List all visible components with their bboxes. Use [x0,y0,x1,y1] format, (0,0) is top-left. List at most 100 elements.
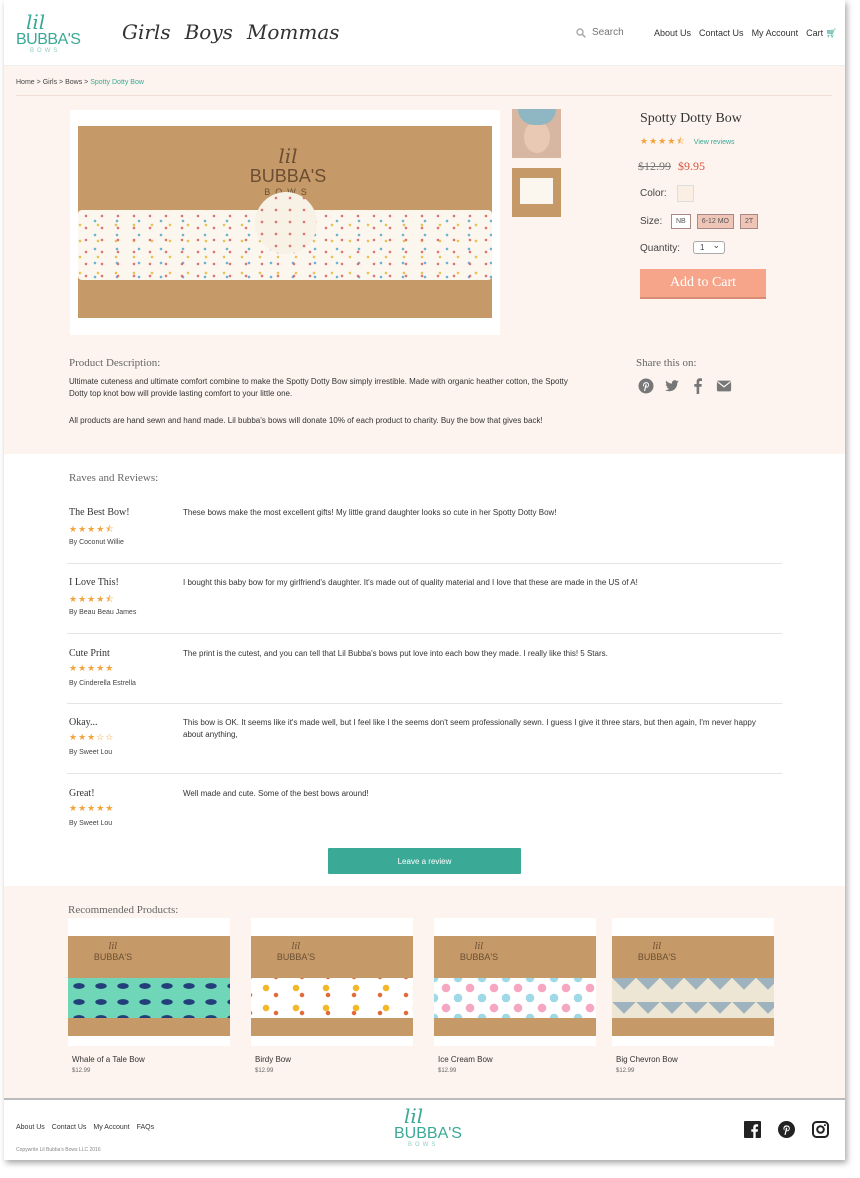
review-stars: ★★★☆☆ [69,732,115,742]
pinterest-icon[interactable] [638,378,654,394]
color-swatch[interactable] [677,185,694,202]
twitter-icon[interactable] [664,378,680,394]
whale-ribbon [68,978,230,1018]
recommended-price: $12.99 [255,1068,274,1074]
site-header: lil BUBBA'S BOWS Girls Boys Mommas About… [4,0,845,66]
account-link[interactable]: My Account [752,28,799,39]
size-option-nb[interactable]: NB [671,214,691,229]
about-link[interactable]: About Us [654,28,691,39]
nav-girls[interactable]: Girls [122,20,171,44]
logo-name: BUBBA'S [16,31,81,48]
card-logo-name: BUBBA'S [93,952,133,962]
recommended-price: $12.99 [438,1068,457,1074]
facebook-icon[interactable] [690,378,706,394]
crumb-bows[interactable]: Bows [65,79,82,86]
review-author: By Beau Beau James [69,609,137,616]
chevron-ribbon [612,978,774,1018]
nav-mommas[interactable]: Mommas [247,20,340,44]
birdy-ribbon [251,978,413,1018]
recommended-item[interactable]: lil BUBBA'S Birdy Bow $12.99 [251,918,413,1074]
crumb-sep: > [59,79,64,86]
recommended-item[interactable]: lil BUBBA'S Ice Cream Bow $12.99 [434,918,596,1074]
envelope-icon[interactable] [716,378,732,394]
review-title: Great! [69,788,95,799]
polka-dot-ribbon [78,192,492,280]
share-heading: Share this on: [636,357,697,369]
quantity-select[interactable]: 1 [693,240,725,254]
review-text: The print is the cutest, and you can tel… [183,649,608,658]
recommended-item[interactable]: lil BUBBA'S Whale of a Tale Bow $12.99 [68,918,230,1074]
cart-icon: 🛒︎ [825,28,838,38]
card-logo-lil: lil [108,942,118,952]
footer-faqs-link[interactable]: FAQs [137,1124,155,1131]
logo-name: BUBBA'S [394,1125,462,1142]
product-price: $12.99 $9.95 [638,159,705,174]
reviews-heading: Raves and Reviews: [69,472,159,484]
top-links: About Us Contact Us My Account Cart 🛒︎ [654,28,837,39]
review-title: I Love This! [69,577,119,588]
recommended-image: lil BUBBA'S [434,918,596,1046]
thumbnail-baby[interactable] [512,109,561,158]
share-buttons [638,378,732,394]
card-logo: lil BUBBA'S [68,942,158,962]
footer-social [744,1121,829,1138]
card-logo-lil: lil [474,942,484,952]
pinterest-icon[interactable] [778,1121,795,1138]
product-main-image[interactable]: lil BUBBA'S BOWS [70,110,500,335]
footer-about-link[interactable]: About Us [16,1124,45,1131]
footer-contact-link[interactable]: Contact Us [52,1124,87,1131]
recommended-image: lil BUBBA'S [612,918,774,1046]
quantity-label: Quantity: [640,243,681,254]
recommended-heading: Recommended Products: [68,904,179,916]
review-item: Cute Print ★★★★★ By Cinderella Estrella … [67,648,782,704]
crumb-home[interactable]: Home [16,79,35,86]
add-to-cart-button[interactable]: Add to Cart [640,269,766,299]
footer-logo[interactable]: lil BUBBA'S BOWS [392,1104,462,1150]
logo-sub: BOWS [30,48,61,54]
crumb-girls[interactable]: Girls [43,79,57,86]
card-logo-name: BUBBA'S [637,952,677,962]
copyright: Copywrite Lil Bubba's Bows LLC 2016 [16,1147,101,1153]
size-option-6-12mo[interactable]: 6-12 MO [696,214,734,229]
review-stars: ★★★★★ [69,663,115,673]
recommended-name: Big Chevron Bow [616,1055,678,1064]
card-logo: lil BUBBA'S [251,942,341,962]
review-author: By Sweet Lou [69,749,113,756]
crumb-sep: > [84,79,89,86]
thumbnail-list [512,109,561,227]
cart-label: Cart [806,28,824,38]
size-option-2t[interactable]: 2T [739,214,759,229]
recommended-item[interactable]: lil BUBBA'S Big Chevron Bow $12.99 [612,918,774,1074]
crumb-current: Spotty Dotty Bow [90,79,144,86]
product-rating: ★★★★⯪ View reviews [640,134,735,150]
view-reviews-link[interactable]: View reviews [694,139,735,146]
breadcrumb: Home > Girls > Bows > Spotty Dotty Bow [16,79,144,86]
nav-boys[interactable]: Boys [185,20,233,44]
sale-price: $9.95 [678,159,705,173]
footer-account-link[interactable]: My Account [93,1124,129,1131]
contact-link[interactable]: Contact Us [699,28,744,39]
card-logo-lil: lil [652,942,662,952]
card-logo-name: BUBBA'S [276,952,316,962]
recommended-name: Whale of a Tale Bow [72,1055,145,1064]
card-logo: lil BUBBA'S [612,942,702,962]
review-title: Cute Print [69,648,110,659]
product-title: Spotty Dotty Bow [640,111,742,126]
thumbnail-card[interactable] [512,168,561,217]
facebook-icon[interactable] [744,1121,761,1138]
review-author: By Coconut Willie [69,539,124,546]
cart-link[interactable]: Cart 🛒︎ [806,28,837,39]
review-author: By Cinderella Estrella [69,680,136,687]
search-icon[interactable] [576,27,586,38]
leave-review-button[interactable]: Leave a review [328,848,521,874]
site-logo[interactable]: lil BUBBA'S BOWS [14,10,81,56]
card-logo: lil BUBBA'S [434,942,524,962]
instagram-icon[interactable] [812,1121,829,1138]
color-label: Color: [640,188,667,199]
search-input[interactable] [592,27,652,38]
description-text-2: All products are hand sewn and hand made… [69,416,543,425]
card-logo-name: BUBBA'S [459,952,499,962]
review-stars: ★★★★⯪ [69,594,115,604]
review-text: I bought this baby bow for my girlfriend… [183,578,638,587]
baby-face [524,121,550,153]
